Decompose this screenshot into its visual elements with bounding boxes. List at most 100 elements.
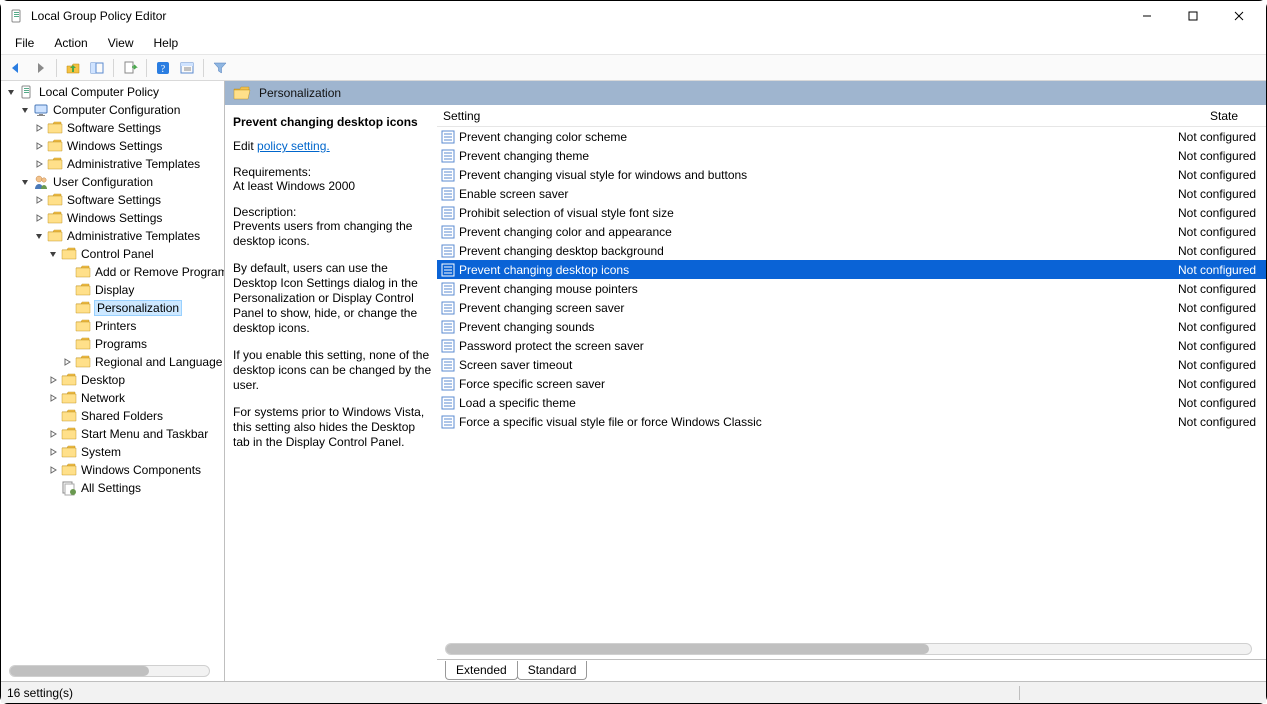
properties-button[interactable] <box>176 57 198 79</box>
expander-icon[interactable] <box>61 338 73 350</box>
setting-row[interactable]: Screen saver timeoutNot configured <box>437 355 1266 374</box>
expander-icon[interactable] <box>33 194 45 206</box>
tree-node[interactable]: Shared Folders <box>5 407 225 425</box>
description-paragraph: If you enable this setting, none of the … <box>233 348 433 393</box>
setting-name: Prevent changing sounds <box>459 320 1178 334</box>
policy-setting-icon <box>441 130 455 144</box>
expander-icon[interactable] <box>61 356 73 368</box>
expander-icon[interactable] <box>19 176 31 188</box>
tree-node[interactable]: User Configuration <box>5 173 225 191</box>
tree-node[interactable]: Administrative Templates <box>5 227 225 245</box>
folder-icon <box>75 301 91 315</box>
expander-icon[interactable] <box>33 140 45 152</box>
expander-icon[interactable] <box>61 320 73 332</box>
setting-row[interactable]: Prevent changing screen saverNot configu… <box>437 298 1266 317</box>
tree-node[interactable]: Programs <box>5 335 225 353</box>
tree-node[interactable]: Windows Settings <box>5 209 225 227</box>
setting-row[interactable]: Prohibit selection of visual style font … <box>437 203 1266 222</box>
setting-row[interactable]: Prevent changing color and appearanceNot… <box>437 222 1266 241</box>
setting-row[interactable]: Force a specific visual style file or fo… <box>437 412 1266 431</box>
close-button[interactable] <box>1216 1 1262 31</box>
settings-list[interactable]: Prevent changing color schemeNot configu… <box>437 127 1266 659</box>
setting-row[interactable]: Prevent changing soundsNot configured <box>437 317 1266 336</box>
expander-icon[interactable] <box>47 428 59 440</box>
tree-node[interactable]: Display <box>5 281 225 299</box>
folder-icon <box>61 247 77 261</box>
setting-row[interactable]: Force specific screen saverNot configure… <box>437 374 1266 393</box>
setting-state: Not configured <box>1178 301 1266 315</box>
expander-icon[interactable] <box>61 266 73 278</box>
tree-node[interactable]: All Settings <box>5 479 225 497</box>
up-button[interactable] <box>62 57 84 79</box>
tree-node[interactable]: Local Computer Policy <box>5 83 225 101</box>
expander-icon[interactable] <box>19 104 31 116</box>
tab-extended[interactable]: Extended <box>445 661 518 680</box>
setting-row[interactable]: Prevent changing mouse pointersNot confi… <box>437 279 1266 298</box>
menu-file[interactable]: File <box>5 33 44 53</box>
tree-node[interactable]: System <box>5 443 225 461</box>
tree-horizontal-scrollbar[interactable] <box>9 665 210 677</box>
menu-action[interactable]: Action <box>44 33 97 53</box>
tree-node[interactable]: Desktop <box>5 371 225 389</box>
tree-node[interactable]: Software Settings <box>5 191 225 209</box>
tree-node[interactable]: Regional and Language Options <box>5 353 225 371</box>
tree-node[interactable]: Start Menu and Taskbar <box>5 425 225 443</box>
expander-icon[interactable] <box>47 482 59 494</box>
policy-setting-icon <box>441 320 455 334</box>
expander-icon[interactable] <box>47 446 59 458</box>
expander-icon[interactable] <box>33 122 45 134</box>
column-header-setting[interactable]: Setting <box>437 109 1186 123</box>
tree-node[interactable]: Printers <box>5 317 225 335</box>
tree-node[interactable]: Software Settings <box>5 119 225 137</box>
setting-row[interactable]: Prevent changing desktop iconsNot config… <box>437 260 1266 279</box>
tree-node[interactable]: Network <box>5 389 225 407</box>
maximize-button[interactable] <box>1170 1 1216 31</box>
tree-node-label: Personalization <box>95 301 181 315</box>
menu-view[interactable]: View <box>98 33 144 53</box>
edit-policy-link[interactable]: policy setting. <box>257 139 330 153</box>
setting-row[interactable]: Enable screen saverNot configured <box>437 184 1266 203</box>
expander-icon[interactable] <box>33 158 45 170</box>
forward-button[interactable] <box>29 57 51 79</box>
setting-row[interactable]: Load a specific themeNot configured <box>437 393 1266 412</box>
filter-button[interactable] <box>209 57 231 79</box>
menu-help[interactable]: Help <box>144 33 189 53</box>
expander-icon[interactable] <box>47 464 59 476</box>
expander-icon[interactable] <box>33 230 45 242</box>
tree-node[interactable]: Windows Settings <box>5 137 225 155</box>
setting-row[interactable]: Prevent changing desktop backgroundNot c… <box>437 241 1266 260</box>
back-button[interactable] <box>5 57 27 79</box>
tree-node[interactable]: Add or Remove Programs <box>5 263 225 281</box>
setting-name: Prevent changing desktop icons <box>459 263 1178 277</box>
export-list-button[interactable] <box>119 57 141 79</box>
tree-node-label: Desktop <box>81 373 125 387</box>
minimize-button[interactable] <box>1124 1 1170 31</box>
list-horizontal-scrollbar[interactable] <box>445 643 1252 655</box>
expander-icon[interactable] <box>61 302 73 314</box>
setting-row[interactable]: Prevent changing color schemeNot configu… <box>437 127 1266 146</box>
tree[interactable]: Local Computer PolicyComputer Configurat… <box>1 81 225 499</box>
tree-node[interactable]: Control Panel <box>5 245 225 263</box>
help-button[interactable]: ? <box>152 57 174 79</box>
tab-standard[interactable]: Standard <box>517 661 588 680</box>
expander-icon[interactable] <box>33 212 45 224</box>
tree-node[interactable]: Administrative Templates <box>5 155 225 173</box>
tree-node[interactable]: Windows Components <box>5 461 225 479</box>
toolbar-separator <box>203 59 204 77</box>
tree-node[interactable]: Personalization <box>5 299 225 317</box>
tree-node[interactable]: Computer Configuration <box>5 101 225 119</box>
expander-icon[interactable] <box>47 392 59 404</box>
expander-icon[interactable] <box>47 374 59 386</box>
expander-icon[interactable] <box>5 86 17 98</box>
setting-row[interactable]: Password protect the screen saverNot con… <box>437 336 1266 355</box>
column-header-state[interactable]: State <box>1186 109 1266 123</box>
setting-row[interactable]: Prevent changing themeNot configured <box>437 146 1266 165</box>
policy-setting-icon <box>441 301 455 315</box>
expander-icon[interactable] <box>61 284 73 296</box>
setting-row[interactable]: Prevent changing visual style for window… <box>437 165 1266 184</box>
expander-icon[interactable] <box>47 248 59 260</box>
description-paragraph: Prevents users from changing the desktop… <box>233 219 433 249</box>
expander-icon[interactable] <box>47 410 59 422</box>
show-hide-console-tree-button[interactable] <box>86 57 108 79</box>
folder-icon <box>75 355 91 369</box>
